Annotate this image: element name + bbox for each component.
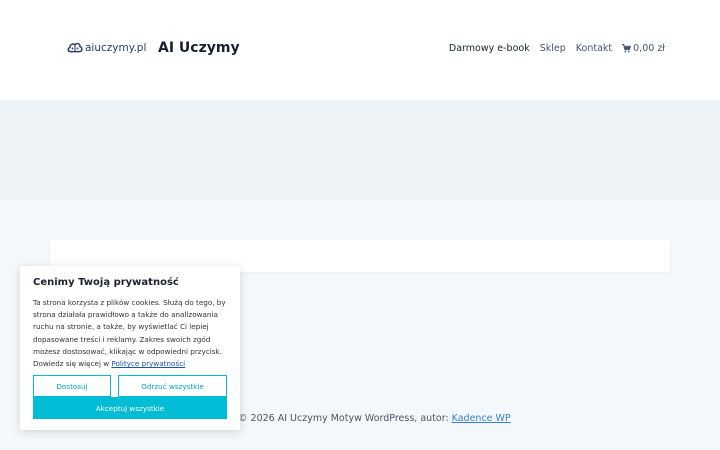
logo-text: aiuczymy.pl xyxy=(85,42,147,54)
cookie-description: Ta strona korzysta z plików cookies. Słu… xyxy=(33,297,227,370)
footer-link-kadence[interactable]: Kadence WP xyxy=(452,413,511,424)
nav-item-kontakt[interactable]: Kontakt xyxy=(576,43,612,54)
accept-all-button[interactable]: Akceptuj wszystkie xyxy=(33,397,227,419)
reject-all-button[interactable]: Odrzuć wszystkie xyxy=(118,375,227,397)
cookie-text: Ta strona korzysta z plików cookies. Słu… xyxy=(33,298,226,369)
customize-button[interactable]: Dostosuj xyxy=(33,375,111,397)
footer-copyright: © 2026 AI Uczymy Motyw WordPress, autor: xyxy=(238,413,452,424)
cookie-buttons: Dostosuj Odrzuć wszystkie Akceptuj wszys… xyxy=(33,375,227,419)
site-logo[interactable]: aiuczymy.pl xyxy=(66,38,146,58)
nav-item-darmowy-ebook[interactable]: Darmowy e-book xyxy=(449,43,530,54)
cookie-title: Cenimy Twoją prywatność xyxy=(33,277,179,288)
shopping-cart-icon xyxy=(622,44,632,53)
cart-total: 0,00 zł xyxy=(633,43,665,54)
nav-item-sklep[interactable]: Sklep xyxy=(540,43,566,54)
privacy-policy-link[interactable]: Polityce prywatności xyxy=(111,359,185,368)
hero-banner xyxy=(0,100,720,200)
brain-cloud-icon xyxy=(67,42,83,53)
cookie-consent-banner: Cenimy Twoją prywatność Ta strona korzys… xyxy=(20,266,240,430)
site-header: aiuczymy.pl AI Uczymy Darmowy e-book Skl… xyxy=(0,0,720,100)
cart-button[interactable]: 0,00 zł xyxy=(622,43,665,54)
main-navigation: Darmowy e-book Sklep Kontakt 0,00 zł xyxy=(439,43,665,54)
site-title[interactable]: AI Uczymy xyxy=(158,40,240,56)
footer-credits: © 2026 AI Uczymy Motyw WordPress, autor:… xyxy=(238,413,511,424)
